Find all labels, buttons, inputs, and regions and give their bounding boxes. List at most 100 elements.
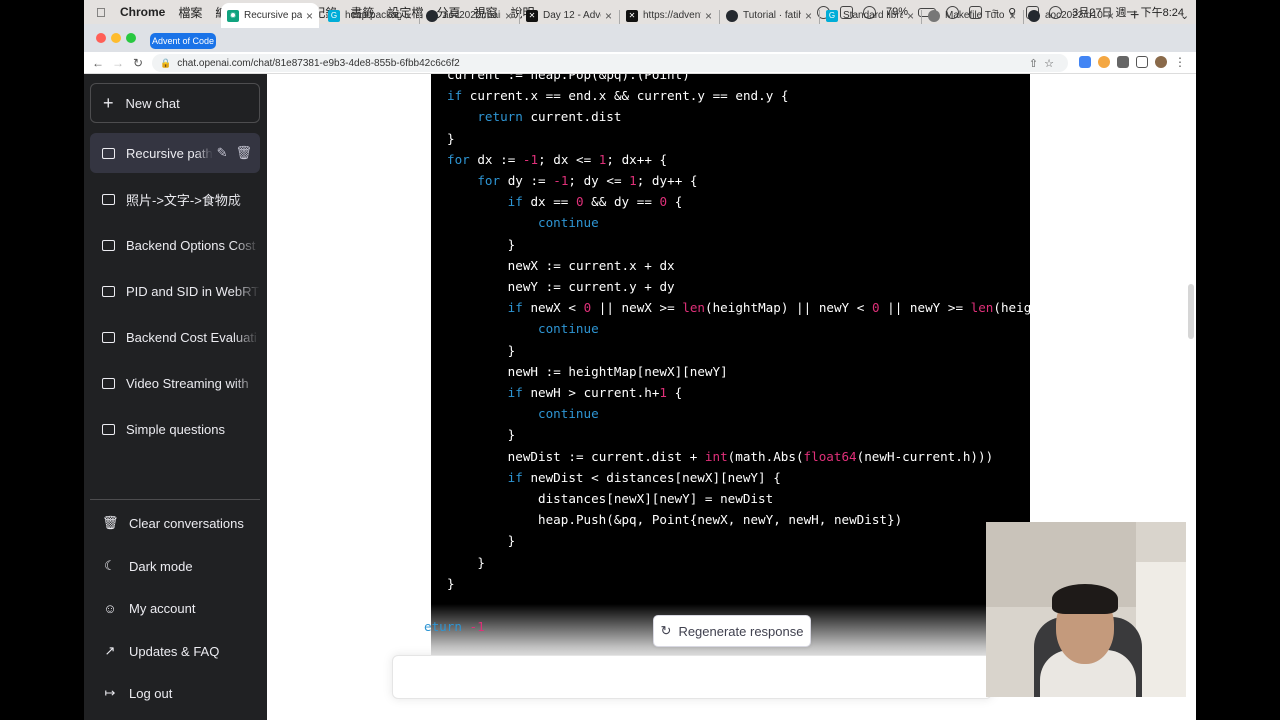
tab-tutorial-fatih[interactable]: Tutorial · fatih/v × <box>720 3 818 28</box>
code-line: if newH > current.h+1 { <box>507 385 683 401</box>
code-content: current := heap.Pop(&pq).(Point) if curre… <box>447 74 1030 594</box>
dark-mode-button[interactable]: ☾ Dark mode <box>90 548 260 584</box>
close-tab-icon[interactable]: × <box>705 9 712 23</box>
bookmark-star-icon[interactable]: ⇧☆ <box>1029 57 1060 70</box>
edit-pencil-icon[interactable]: ✎ <box>217 145 228 161</box>
prompt-input[interactable] <box>392 655 992 699</box>
close-tab-icon[interactable]: × <box>605 9 612 23</box>
tab-label: https://adventof <box>643 10 701 21</box>
conversation-label: Backend Cost Evaluati <box>126 329 257 345</box>
left-letterbox <box>0 0 84 720</box>
new-chat-button[interactable]: + New chat <box>90 83 260 123</box>
close-tab-icon[interactable]: × <box>1107 9 1114 23</box>
github-icon <box>1028 9 1040 22</box>
tab-label: aoc2022/main.g <box>443 10 501 21</box>
tab-day12-advent[interactable]: ✕ Day 12 - Advent × <box>520 3 618 28</box>
kebab-menu-icon[interactable]: ⋮ <box>1174 55 1186 69</box>
profile-avatar[interactable] <box>1155 56 1167 68</box>
lock-icon[interactable]: 🔒 <box>160 58 171 69</box>
menubar-app-name[interactable]: Chrome <box>120 5 165 19</box>
plus-icon: + <box>103 93 114 113</box>
tab-makefile-tutorial[interactable]: Makefile Tutoria × <box>922 3 1022 28</box>
new-tab-button[interactable]: + <box>1124 3 1144 28</box>
conversation-item-photo-text-food[interactable]: 照片->文字->食物成 <box>90 179 260 219</box>
translate-extension-icon[interactable] <box>1079 56 1091 68</box>
code-line: continue <box>538 215 599 231</box>
apple-menu-icon[interactable]:  <box>96 5 110 20</box>
return-value: -1 <box>469 619 485 634</box>
forward-arrow-icon[interactable]: → <box>108 56 128 70</box>
page-scrollbar[interactable] <box>1188 284 1194 339</box>
tab-label: Tutorial · fatih/v <box>743 10 801 21</box>
option-label: Log out <box>129 685 173 701</box>
tab-adventofcode-url[interactable]: ✕ https://adventof × <box>620 3 718 28</box>
address-bar[interactable]: 🔒 chat.openai.com/chat/81e87381-e9b3-4de… <box>152 54 1068 72</box>
trash-icon[interactable]: 🗑 <box>235 145 252 161</box>
code-line: } <box>507 236 516 252</box>
browser-tab-strip <box>84 24 1196 52</box>
webcam-window <box>1136 562 1186 697</box>
tab-recursive-path[interactable]: ✹ Recursive path × <box>221 3 319 28</box>
regenerate-response-button[interactable]: ↻ Regenerate response <box>653 615 811 647</box>
extensions-puzzle-icon[interactable] <box>1117 56 1129 68</box>
code-line: } <box>507 342 516 358</box>
back-arrow-icon[interactable]: ← <box>88 56 108 70</box>
option-label: Clear conversations <box>129 515 244 531</box>
conversation-item-backend-cost-eval[interactable]: Backend Cost Evaluati <box>90 317 260 357</box>
menu-file[interactable]: 檔案 <box>178 4 202 21</box>
close-window-icon[interactable] <box>96 33 106 43</box>
option-label: My account <box>129 600 196 616</box>
trash-icon: 🗑 <box>102 515 119 530</box>
screen:  Chrome 檔案 編輯 檢視 歷史記錄 書籤 設定檔 分頁 視窗 說明 7… <box>0 0 1280 720</box>
code-line: newDist := current.dist + int(math.Abs(f… <box>507 448 994 464</box>
metamask-extension-icon[interactable] <box>1098 56 1110 68</box>
tab-aoc2023-d10[interactable]: aoc2023/d10.go × <box>1022 3 1120 28</box>
close-tab-icon[interactable]: × <box>907 9 914 23</box>
chat-bubble-icon <box>102 193 115 205</box>
tab-standard-library[interactable]: G Standard library × <box>820 3 920 28</box>
side-panel-icon[interactable] <box>1136 56 1148 68</box>
updates-faq-link[interactable]: ↗ Updates & FAQ <box>90 633 260 669</box>
code-line: newX := current.x + dx <box>507 257 675 273</box>
clear-conversations-button[interactable]: 🗑 Clear conversations <box>90 505 260 541</box>
conversation-item-video-streaming[interactable]: Video Streaming with <box>90 363 260 403</box>
code-line: current := heap.Pop(&pq).(Point) <box>447 74 690 82</box>
my-account-button[interactable]: ☺ My account <box>90 590 260 626</box>
close-tab-icon[interactable]: × <box>1009 9 1016 23</box>
code-line: if current.x == end.x && current.y == en… <box>447 88 789 104</box>
tab-search-chevron-icon[interactable]: ⌄ <box>1174 3 1194 28</box>
close-tab-icon[interactable]: × <box>405 9 412 23</box>
code-line: for dy := -1; dy <= 1; dy++ { <box>477 173 698 189</box>
conversation-item-backend-options-cost[interactable]: Backend Options Cost <box>90 225 260 265</box>
address-url[interactable]: chat.openai.com/chat/81e87381-e9b3-4de8-… <box>177 58 459 69</box>
code-trailing-line: eturn -1 <box>424 619 485 634</box>
conversation-item-recursive-path[interactable]: Recursive path ✎ 🗑 <box>90 133 260 173</box>
go-icon: G <box>826 9 838 22</box>
code-block[interactable]: current := heap.Pop(&pq).(Point) if curre… <box>431 74 1030 656</box>
conversation-item-pid-sid-webrtc[interactable]: PID and SID in WebRT <box>90 271 260 311</box>
chat-bubble-icon <box>102 377 115 389</box>
close-tab-icon[interactable]: × <box>306 9 313 23</box>
logout-icon: ↦ <box>104 685 116 700</box>
browser-toolbar: ← → ↻ 🔒 chat.openai.com/chat/81e87381-e9… <box>84 52 1196 74</box>
tab-aoc2022-main[interactable]: aoc2022/main.g × <box>420 3 518 28</box>
close-tab-icon[interactable]: × <box>505 9 512 23</box>
x-icon: ✕ <box>626 9 638 22</box>
log-out-button[interactable]: ↦ Log out <box>90 675 260 711</box>
go-icon: G <box>328 9 340 22</box>
zoom-window-icon[interactable] <box>126 33 136 43</box>
right-letterbox <box>1196 0 1280 720</box>
github-icon <box>726 9 738 22</box>
chat-bubble-icon <box>102 423 115 435</box>
code-line: continue <box>538 321 599 337</box>
code-line: if newX < 0 || newX >= len(heightMap) ||… <box>507 300 1030 316</box>
chat-bubble-icon <box>102 239 115 251</box>
reload-icon[interactable]: ↻ <box>128 56 148 70</box>
tab-group-label[interactable]: Advent of Code <box>150 33 216 49</box>
minimize-window-icon[interactable] <box>111 33 121 43</box>
tab-heap-package[interactable]: G heap package - × <box>322 3 418 28</box>
close-tab-icon[interactable]: × <box>805 9 812 23</box>
sidebar-divider <box>90 499 260 500</box>
tab-label: Makefile Tutoria <box>945 10 1005 21</box>
conversation-item-simple-questions[interactable]: Simple questions <box>90 409 260 449</box>
